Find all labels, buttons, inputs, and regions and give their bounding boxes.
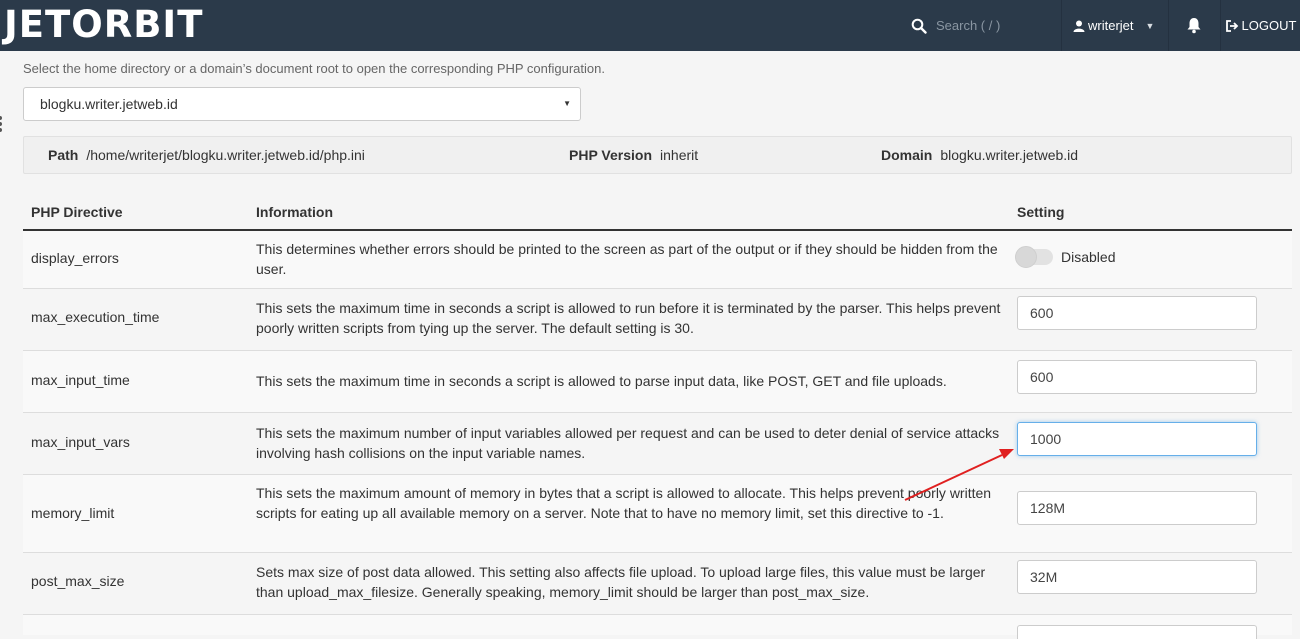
directive-info: This sets the maximum number of input va…	[256, 425, 1000, 461]
setting-cell: 600	[1017, 360, 1257, 394]
table-header: PHP Directive Information Setting	[23, 190, 1292, 231]
directive-name: max_input_vars	[31, 434, 130, 450]
directive-info: This sets the maximum amount of memory i…	[256, 485, 992, 521]
setting-cell	[1017, 625, 1257, 639]
top-navbar: JETORBIT writerjet ▼ LOGOUT	[0, 0, 1300, 51]
directive-info: This determines whether errors should be…	[256, 241, 998, 277]
username: writerjet	[1088, 18, 1134, 33]
post-max-size-input[interactable]: 32M	[1017, 560, 1257, 594]
directive-name: max_execution_time	[31, 309, 160, 325]
user-icon	[1073, 20, 1085, 32]
path-label: Path	[48, 147, 79, 163]
domain-label: Domain	[881, 147, 933, 163]
max-input-vars-input[interactable]: 1000	[1017, 422, 1257, 456]
directive-name: memory_limit	[31, 505, 115, 521]
user-menu[interactable]: writerjet ▼	[1062, 0, 1168, 51]
bell-icon	[1187, 18, 1201, 34]
logout-label: LOGOUT	[1241, 18, 1297, 33]
php-directives-table: PHP Directive Information Setting displa…	[23, 190, 1292, 639]
memory-limit-input[interactable]: 128M	[1017, 491, 1257, 525]
setting-cell: Disabled	[1015, 246, 1116, 268]
display-errors-toggle[interactable]: Disabled	[1015, 246, 1116, 268]
domain-select[interactable]: blogku.writer.jetweb.id ▼	[23, 87, 581, 121]
version-value: inherit	[660, 147, 699, 163]
intro-text: Select the home directory or a domain’s …	[23, 61, 605, 76]
header-information: Information	[256, 204, 333, 220]
version-label: PHP Version	[569, 147, 653, 163]
table-row: memory_limit This sets the maximum amoun…	[23, 475, 1292, 553]
notifications-button[interactable]	[1168, 0, 1220, 51]
table-row: post_max_size Sets max size of post data…	[23, 553, 1292, 615]
search-box[interactable]	[898, 0, 1058, 51]
directive-name: display_errors	[31, 250, 119, 266]
toggle-switch[interactable]	[1015, 246, 1053, 268]
table-row: max_input_vars This sets the maximum num…	[23, 413, 1292, 475]
version-info: PHP Version inherit	[569, 147, 698, 163]
header-setting: Setting	[1017, 204, 1065, 220]
setting-cell: 32M	[1017, 560, 1257, 594]
path-value: /home/writerjet/blogku.writer.jetweb.id/…	[86, 147, 365, 163]
setting-cell: 600	[1017, 296, 1257, 330]
directive-name: max_input_time	[31, 372, 130, 388]
max-input-time-input[interactable]: 600	[1017, 360, 1257, 394]
directive-info: This sets the maximum time in seconds a …	[256, 300, 1001, 336]
jetorbit-logo[interactable]: JETORBIT	[4, 6, 204, 44]
table-row	[23, 615, 1292, 639]
logout-icon	[1225, 19, 1238, 32]
search-input[interactable]	[936, 18, 1046, 33]
sidebar-edge-icon[interactable]	[0, 114, 6, 134]
table-row: max_input_time This sets the maximum tim…	[23, 351, 1292, 413]
logout-button[interactable]: LOGOUT	[1221, 0, 1300, 51]
select-arrow-icon: ▼	[563, 99, 571, 108]
next-setting-input[interactable]	[1017, 625, 1257, 639]
directive-name: post_max_size	[31, 573, 125, 589]
search-icon[interactable]	[904, 16, 934, 36]
chevron-down-icon: ▼	[1145, 20, 1155, 31]
max-execution-time-input[interactable]: 600	[1017, 296, 1257, 330]
domain-select-value: blogku.writer.jetweb.id	[40, 96, 178, 112]
table-row: max_execution_time This sets the maximum…	[23, 289, 1292, 351]
directive-info: Sets max size of post data allowed. This…	[256, 564, 986, 600]
toggle-label: Disabled	[1061, 249, 1116, 265]
setting-cell: 128M	[1017, 491, 1257, 525]
directive-info: This sets the maximum time in seconds a …	[256, 373, 947, 389]
toggle-knob	[1015, 246, 1037, 268]
php-info-bar: Path/home/writerjet/blogku.writer.jetweb…	[23, 136, 1292, 174]
domain-info: Domain blogku.writer.jetweb.id	[881, 147, 1078, 163]
header-directive: PHP Directive	[31, 204, 123, 220]
table-row: display_errors This determines whether e…	[23, 231, 1292, 289]
path-info: Path/home/writerjet/blogku.writer.jetweb…	[48, 147, 365, 163]
setting-cell: 1000	[1017, 422, 1257, 456]
domain-value: blogku.writer.jetweb.id	[940, 147, 1079, 163]
